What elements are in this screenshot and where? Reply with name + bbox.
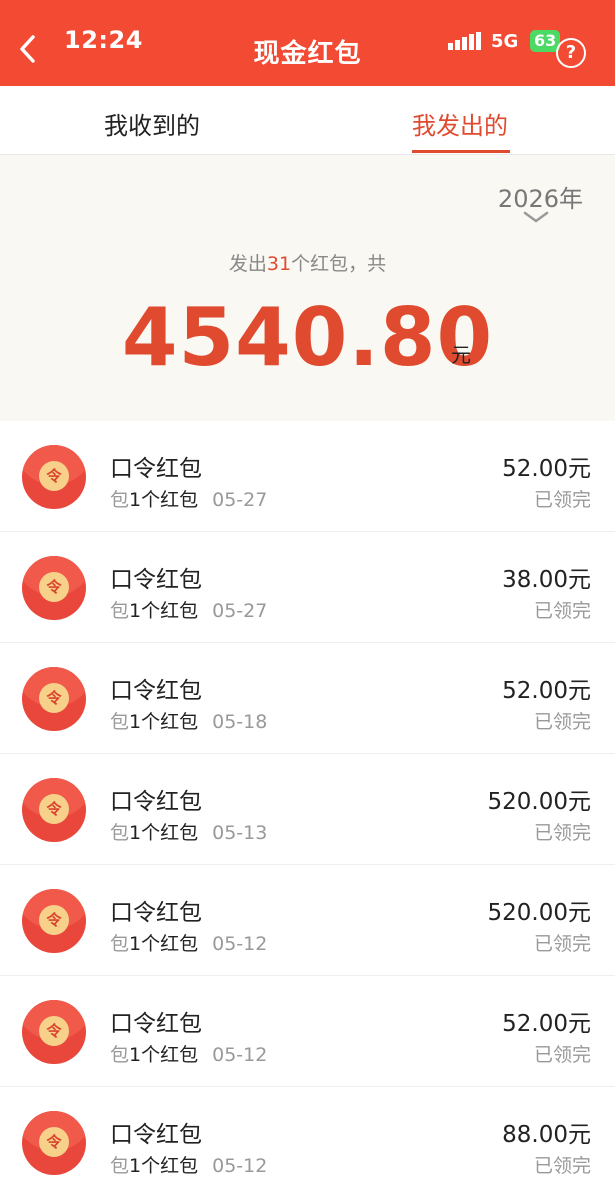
list-item[interactable]: 令 口令红包 包1个红包 05-27 52.00元 已领完 xyxy=(0,421,615,532)
item-meta-prefix: 包 xyxy=(110,1044,130,1066)
network-indicator: 5G xyxy=(491,31,519,52)
item-meta-count: 1个红包 xyxy=(129,933,199,955)
item-amount: 520.00元 xyxy=(487,789,591,815)
item-meta-count: 1个红包 xyxy=(129,1044,199,1066)
top-app-bar: 12:24 现金红包 5G 63 ? xyxy=(0,0,615,86)
envelope-seal-icon: 令 xyxy=(39,794,69,824)
item-amount: 52.00元 xyxy=(502,456,591,482)
tab-bar: 我收到的 我发出的 xyxy=(0,86,615,155)
item-meta-count: 1个红包 xyxy=(129,1155,199,1177)
list-item[interactable]: 令 口令红包 包1个红包 05-18 52.00元 已领完 xyxy=(0,643,615,754)
list-item[interactable]: 令 口令红包 包1个红包 05-12 52.00元 已领完 xyxy=(0,976,615,1087)
sent-total-unit: 元 xyxy=(451,343,471,367)
sent-count-prefix: 发出 xyxy=(228,253,267,275)
envelope-seal-icon: 令 xyxy=(39,572,69,602)
sent-total-amount: 4540.80 xyxy=(121,291,494,384)
redpacket-envelope-icon: 令 xyxy=(22,667,86,731)
envelope-seal-icon: 令 xyxy=(39,461,69,491)
item-amount: 88.00元 xyxy=(502,1122,591,1148)
item-meta: 包1个红包 05-13 xyxy=(110,818,267,845)
item-title: 口令红包 xyxy=(110,1122,202,1148)
item-title: 口令红包 xyxy=(110,567,202,593)
redpacket-envelope-icon: 令 xyxy=(22,556,86,620)
envelope-seal-icon: 令 xyxy=(39,683,69,713)
item-status: 已领完 xyxy=(533,600,591,622)
year-selector[interactable]: 2026年 xyxy=(498,179,583,214)
item-date: 05-12 xyxy=(212,933,268,955)
item-title: 口令红包 xyxy=(110,1011,202,1037)
item-meta-count: 1个红包 xyxy=(129,711,199,733)
item-meta-prefix: 包 xyxy=(110,711,130,733)
envelope-seal-icon: 令 xyxy=(39,905,69,935)
redpacket-envelope-icon: 令 xyxy=(22,1000,86,1064)
chevron-down-icon[interactable] xyxy=(523,211,549,223)
item-status: 已领完 xyxy=(533,711,591,733)
item-meta-count: 1个红包 xyxy=(129,600,199,622)
envelope-seal-icon: 令 xyxy=(39,1016,69,1046)
item-status: 已领完 xyxy=(533,489,591,511)
item-date: 05-18 xyxy=(212,711,268,733)
redpacket-envelope-icon: 令 xyxy=(22,778,86,842)
item-meta-prefix: 包 xyxy=(110,1155,130,1177)
item-meta: 包1个红包 05-18 xyxy=(110,707,267,734)
sent-summary: 2026年 发出31个红包，共 4540.80 元 xyxy=(0,155,615,421)
list-item[interactable]: 令 口令红包 包1个红包 05-13 520.00元 已领完 xyxy=(0,754,615,865)
item-title: 口令红包 xyxy=(110,678,202,704)
item-title: 口令红包 xyxy=(110,900,202,926)
item-amount: 520.00元 xyxy=(487,900,591,926)
item-meta-prefix: 包 xyxy=(110,822,130,844)
signal-strength-icon xyxy=(448,32,481,50)
sent-count-line: 发出31个红包，共 xyxy=(0,249,615,276)
item-meta-prefix: 包 xyxy=(110,933,130,955)
item-title: 口令红包 xyxy=(110,789,202,815)
item-amount: 52.00元 xyxy=(502,1011,591,1037)
tab-received[interactable]: 我收到的 xyxy=(104,106,200,141)
list-item[interactable]: 令 口令红包 包1个红包 05-12 88.00元 已领完 xyxy=(0,1087,615,1197)
sent-count: 31 xyxy=(266,253,292,275)
item-status: 已领完 xyxy=(533,1044,591,1066)
active-tab-indicator xyxy=(412,150,510,153)
item-status: 已领完 xyxy=(533,822,591,844)
item-date: 05-12 xyxy=(212,1155,268,1177)
item-title: 口令红包 xyxy=(110,456,202,482)
list-item[interactable]: 令 口令红包 包1个红包 05-12 520.00元 已领完 xyxy=(0,865,615,976)
item-date: 05-27 xyxy=(212,489,268,511)
item-meta-count: 1个红包 xyxy=(129,489,199,511)
help-icon[interactable]: ? xyxy=(556,38,586,68)
item-amount: 38.00元 xyxy=(502,567,591,593)
item-meta: 包1个红包 05-27 xyxy=(110,485,267,512)
redpacket-envelope-icon: 令 xyxy=(22,445,86,509)
item-meta-prefix: 包 xyxy=(110,489,130,511)
list-item[interactable]: 令 口令红包 包1个红包 05-27 38.00元 已领完 xyxy=(0,532,615,643)
redpacket-envelope-icon: 令 xyxy=(22,889,86,953)
tab-sent[interactable]: 我发出的 xyxy=(412,106,508,155)
sent-count-suffix: 个红包，共 xyxy=(291,253,387,275)
redpacket-envelope-icon: 令 xyxy=(22,1111,86,1175)
item-meta: 包1个红包 05-12 xyxy=(110,929,267,956)
item-meta-prefix: 包 xyxy=(110,600,130,622)
item-status: 已领完 xyxy=(533,933,591,955)
item-date: 05-27 xyxy=(212,600,268,622)
item-date: 05-13 xyxy=(212,822,268,844)
redpacket-list: 令 口令红包 包1个红包 05-27 52.00元 已领完 令 口令红包 包1个红… xyxy=(0,421,615,1197)
item-meta: 包1个红包 05-27 xyxy=(110,596,267,623)
page-title: 现金红包 xyxy=(253,39,362,69)
item-date: 05-12 xyxy=(212,1044,268,1066)
item-meta-count: 1个红包 xyxy=(129,822,199,844)
item-amount: 52.00元 xyxy=(502,678,591,704)
item-meta: 包1个红包 05-12 xyxy=(110,1040,267,1067)
item-meta: 包1个红包 05-12 xyxy=(110,1151,267,1178)
item-status: 已领完 xyxy=(533,1155,591,1177)
envelope-seal-icon: 令 xyxy=(39,1127,69,1157)
